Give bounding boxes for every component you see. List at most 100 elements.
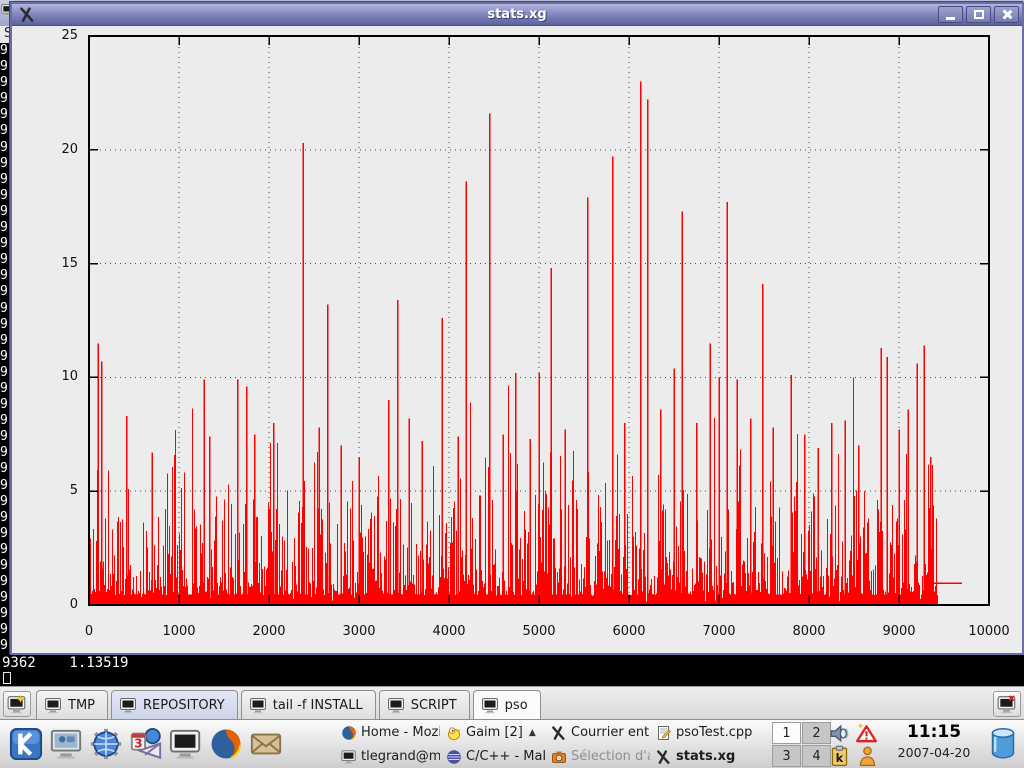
x-tick-label: 9000 xyxy=(869,624,929,639)
task-button-s-lection-d-a[interactable]: Sélection d'a xyxy=(548,745,653,768)
kontact-icon: 3 xyxy=(129,727,163,761)
tab-label: pso xyxy=(505,698,528,713)
x-tick-label: 8000 xyxy=(779,624,839,639)
new-session-icon xyxy=(7,695,27,714)
tab-label: TMP xyxy=(68,698,95,713)
launcher-desktop-icon[interactable] xyxy=(48,725,84,763)
tab-label: SCRIPT xyxy=(411,698,457,713)
y-tick-label: 25 xyxy=(12,28,78,43)
terminal-icon xyxy=(341,749,357,765)
pager-desktop-1[interactable]: 1 xyxy=(772,722,801,744)
konsole-tab-repository[interactable]: REPOSITORY xyxy=(111,690,238,720)
task-button-row: Home - Mozill Gaim [2] ▲ Courrier entr psoTe… xyxy=(338,721,758,744)
task-button-label: Sélection d'a xyxy=(571,749,650,764)
desktop-pager: 1234 xyxy=(772,722,831,767)
close-button[interactable] xyxy=(994,6,1019,23)
task-button-label: tlegrand@ma xyxy=(361,749,440,764)
close-icon xyxy=(1001,9,1012,20)
task-button-c-c-make[interactable]: C/C++ - Make xyxy=(443,745,548,768)
pager-desktop-3[interactable]: 3 xyxy=(772,745,801,767)
clock-date: 2007-04-20 xyxy=(886,743,982,763)
task-button-psotest-cpp[interactable]: psoTest.cpp xyxy=(653,721,758,744)
launcher-konsole-icon[interactable] xyxy=(168,725,204,763)
y-tick-label: 5 xyxy=(12,483,78,498)
gaim-icon xyxy=(446,725,462,741)
task-button-gaim-2-[interactable]: Gaim [2] ▲ xyxy=(443,721,548,744)
close-session-icon xyxy=(997,695,1017,714)
terminal-readout-line: 9362 1.13519 xyxy=(2,656,1024,671)
x-tick-label: 4000 xyxy=(419,624,479,639)
minimize-button[interactable] xyxy=(938,6,963,23)
tray-alarm-icon[interactable] xyxy=(855,722,878,745)
launcher-kmenu-icon[interactable] xyxy=(8,725,44,763)
pager-desktop-2[interactable]: 2 xyxy=(802,722,831,744)
x-tick-label: 1000 xyxy=(149,624,209,639)
terminal-icon xyxy=(44,697,63,714)
launcher-konqueror-icon[interactable] xyxy=(88,725,124,763)
task-button-tlegrand-ma[interactable]: tlegrand@ma xyxy=(338,745,443,768)
x-tick-label: 6000 xyxy=(599,624,659,639)
launcher-kontact-icon[interactable]: 3 xyxy=(128,725,164,763)
task-button-label: stats.xg xyxy=(676,749,735,764)
task-button-label: psoTest.cpp xyxy=(676,725,752,740)
x-tick-label: 7000 xyxy=(689,624,749,639)
konsole-tab-tail-f-install[interactable]: tail -f INSTALL xyxy=(241,690,376,720)
glass-icon[interactable] xyxy=(988,726,1018,764)
konqueror-icon xyxy=(89,727,123,761)
tray-volume-icon[interactable] xyxy=(828,722,851,745)
taskbar-panel: 11:15 2007-04-20 3 Home - Mozill Gaim [2] ▲… xyxy=(0,719,1024,768)
task-button-label: Home - Mozill xyxy=(361,725,440,740)
task-button-label: C/C++ - Make xyxy=(466,749,545,764)
task-button-row: tlegrand@ma C/C++ - Make Sélection d'a stat… xyxy=(338,745,758,768)
x-app-icon xyxy=(656,749,672,765)
launcher-kmail-icon[interactable] xyxy=(248,725,284,763)
konsole-tab-tmp[interactable]: TMP xyxy=(36,690,108,720)
launcher-firefox-icon[interactable] xyxy=(208,725,244,763)
y-tick-label: 20 xyxy=(12,142,78,157)
terminal-cursor xyxy=(3,672,11,684)
maximize-button[interactable] xyxy=(966,6,991,23)
tray-klipper-icon[interactable]: k xyxy=(828,745,851,768)
x-app-icon xyxy=(551,725,567,741)
pager-desktop-4[interactable]: 4 xyxy=(802,745,831,767)
konsole-terminal-output[interactable]: 9362 1.13519 xyxy=(0,655,1024,686)
window-buttons xyxy=(938,6,1019,23)
task-button-home-mozill[interactable]: Home - Mozill xyxy=(338,721,443,744)
firefox-icon xyxy=(341,725,357,741)
new-session-button[interactable] xyxy=(3,691,31,717)
svg-text:k: k xyxy=(836,751,844,765)
x-tick-label: 3000 xyxy=(329,624,389,639)
task-button-stats-xg[interactable]: stats.xg xyxy=(653,745,758,768)
kmail-icon xyxy=(249,727,283,761)
close-session-button[interactable] xyxy=(993,691,1021,717)
clock-time: 11:15 xyxy=(886,722,982,743)
plot-canvas[interactable] xyxy=(88,35,990,606)
firefox-icon xyxy=(209,727,243,761)
kmenu-icon xyxy=(9,727,43,761)
terminal-icon xyxy=(249,697,268,714)
tray-presence-icon[interactable] xyxy=(856,745,879,768)
group-arrow-icon: ▲ xyxy=(529,728,536,738)
window-title: stats.xg xyxy=(12,7,1022,22)
desktop-icon xyxy=(49,727,83,761)
eclipse-icon xyxy=(446,749,462,765)
terminal-icon xyxy=(387,697,406,714)
terminal-icon xyxy=(481,697,500,714)
plot-area: 0510152025010002000300040005000600070008… xyxy=(12,26,1022,653)
terminal-icon xyxy=(119,697,138,714)
panel-clock[interactable]: 11:15 2007-04-20 xyxy=(886,722,982,763)
minimize-icon xyxy=(946,17,955,20)
konsole-tab-script[interactable]: SCRIPT xyxy=(379,690,470,720)
x-app-icon[interactable] xyxy=(19,6,36,23)
window-titlebar[interactable]: stats.xg xyxy=(12,4,1022,26)
x-tick-label: 2000 xyxy=(239,624,299,639)
tab-label: tail -f INSTALL xyxy=(273,698,363,713)
task-button-courrier-entr[interactable]: Courrier entr xyxy=(548,721,653,744)
maximize-icon xyxy=(974,10,984,19)
konsole-tab-pso[interactable]: pso xyxy=(473,690,541,720)
task-button-label: Gaim [2] xyxy=(466,725,523,740)
y-tick-label: 0 xyxy=(12,597,78,612)
kate-icon xyxy=(656,725,672,741)
x-tick-label: 5000 xyxy=(509,624,569,639)
ksnapshot-icon xyxy=(551,749,567,765)
